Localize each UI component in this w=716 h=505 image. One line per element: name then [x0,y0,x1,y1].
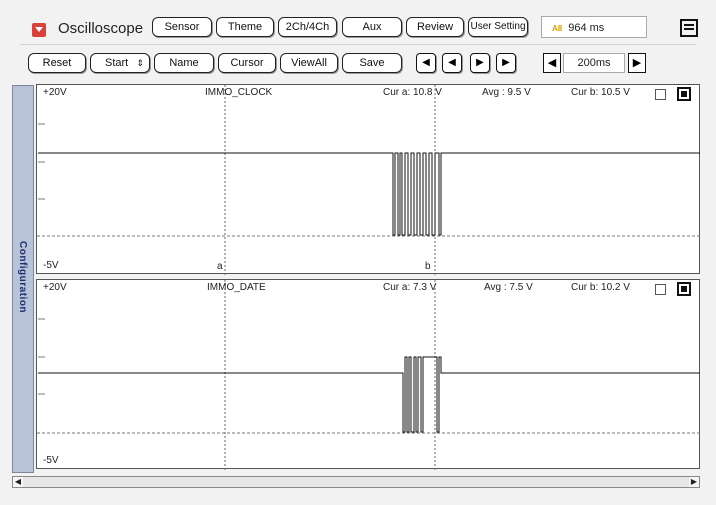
channel-1-panel[interactable]: +20V IMMO_CLOCK Cur a: 10.8 V Avg : 9.5 … [36,84,701,275]
name-button[interactable]: Name [154,53,214,73]
scroll-left-icon[interactable]: ◀ [13,477,23,487]
last-frame-icon[interactable]: ▶​ [496,53,516,73]
channel-2-panel[interactable]: +20V IMMO_DATE Cur a: 7.3 V Avg : 7.5 V … [36,279,701,470]
cursor-button[interactable]: Cursor [218,53,276,73]
prev-frame-icon[interactable]: ◀ [442,53,462,73]
toolbar-divider [20,44,696,45]
channel-checkbox[interactable] [655,89,666,100]
cursor-b-marker[interactable]: b [425,261,431,272]
updown-arrows-icon: ⇕ [136,58,144,68]
sensor-button[interactable]: Sensor [152,17,212,37]
channel-enable-toggle[interactable] [677,87,691,101]
review-button[interactable]: Review [406,17,464,37]
configuration-sidebar[interactable]: Configuration [12,85,34,473]
first-frame-icon[interactable]: ◀​ [416,53,436,73]
elapsed-time-display: A8 964 ms [541,16,647,38]
timebase-value: 200ms [563,53,625,73]
cursor-a-marker[interactable]: a [217,261,223,272]
window-menu-icon[interactable] [680,19,698,37]
clock-trace [38,152,700,236]
save-button[interactable]: Save [342,53,402,73]
channel-1-plot [37,85,701,275]
app-title: Oscilloscope [58,20,144,37]
average-readout: Avg : 9.5 V [482,87,531,98]
y-min-label: -5V [43,260,59,271]
scroll-right-icon[interactable]: ▶ [689,477,699,487]
time-icon: A8 [552,24,563,33]
channel-name: IMMO_DATE [207,282,266,293]
start-select[interactable]: Start ⇕ [90,53,150,73]
cursor-a-readout: Cur a: 10.8 V [383,87,442,98]
next-frame-icon[interactable]: ▶ [470,53,490,73]
date-trace [38,356,700,433]
cursor-a-readout: Cur a: 7.3 V [383,282,437,293]
cursor-b-readout: Cur b: 10.5 V [571,87,630,98]
y-min-label: -5V [43,455,59,466]
reset-button[interactable]: Reset [28,53,86,73]
y-max-label: +20V [43,282,67,293]
viewall-button[interactable]: ViewAll [280,53,338,73]
channel-enable-toggle[interactable] [677,282,691,296]
channel-checkbox[interactable] [655,284,666,295]
timebase-decrease-icon[interactable]: ◀ [543,53,561,73]
channel-2-plot [37,280,701,470]
app-menu-icon[interactable] [32,23,46,37]
timebase-increase-icon[interactable]: ▶ [628,53,646,73]
theme-button[interactable]: Theme [216,17,274,37]
aux-button[interactable]: Aux [342,17,402,37]
configuration-label: Configuration [17,241,28,314]
y-max-label: +20V [43,87,67,98]
average-readout: Avg : 7.5 V [484,282,533,293]
elapsed-time-value: 964 ms [568,22,605,34]
channel-name: IMMO_CLOCK [205,87,273,98]
user-setting-button[interactable]: User Setting [468,17,528,37]
start-label: Start [105,57,129,69]
cursor-b-readout: Cur b: 10.2 V [571,282,630,293]
horizontal-scrollbar[interactable]: ◀ ▶ [12,476,700,488]
channel-mode-button[interactable]: 2Ch/4Ch [278,17,337,37]
oscilloscope-window: Oscilloscope Sensor Theme 2Ch/4Ch Aux Re… [0,0,716,505]
